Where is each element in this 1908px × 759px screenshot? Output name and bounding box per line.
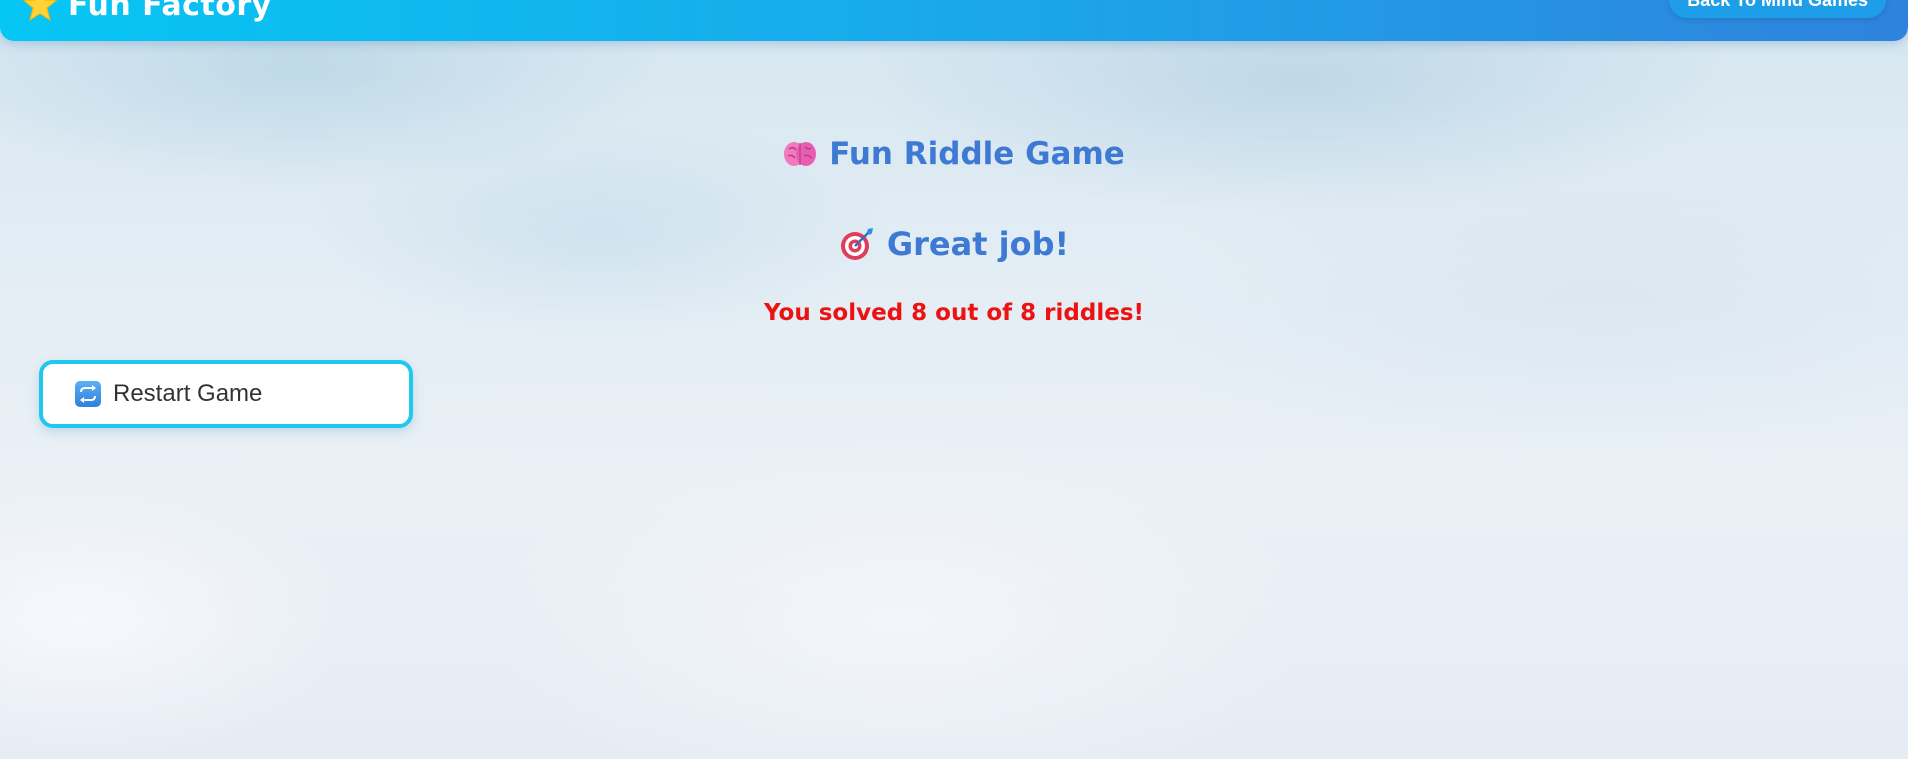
game-title: Fun Riddle Game [0,136,1908,172]
repeat-icon [75,381,101,407]
restart-game-button[interactable]: Restart Game [39,360,413,428]
brand-logo[interactable]: Fun Factory [22,0,272,23]
game-title-text: Fun Riddle Game [829,136,1125,172]
restart-game-label: Restart Game [113,380,263,407]
result-heading: Great job! [0,225,1908,263]
score-message: You solved 8 out of 8 riddles! [764,300,1144,326]
top-navigation-bar [0,0,1908,41]
brand-name: Fun Factory [68,0,272,23]
brain-icon [783,139,817,169]
target-icon [839,227,875,261]
result-heading-text: Great job! [886,225,1070,263]
star-icon [22,0,58,23]
back-to-mind-games-button[interactable]: Back To Mind Games [1669,0,1886,18]
